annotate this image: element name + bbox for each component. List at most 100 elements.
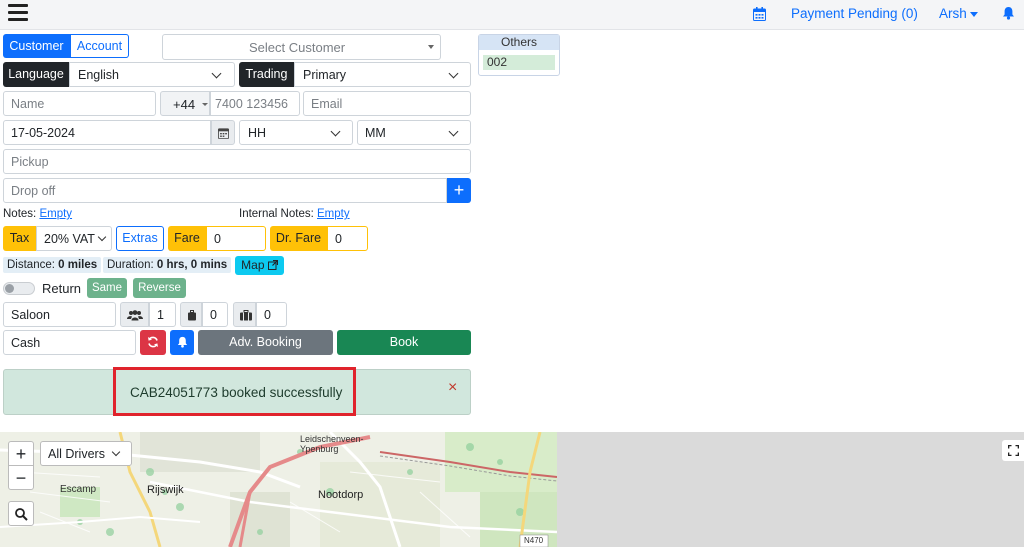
zoom-in-button[interactable]: + <box>8 441 34 466</box>
tax-label: Tax <box>3 226 36 251</box>
minute-value: MM <box>365 126 386 140</box>
bell-icon <box>177 336 188 348</box>
map-label-leidschenveen: Leidschenveen-Ypenburg <box>300 434 364 454</box>
payment-method-select[interactable]: Cash <box>3 330 136 355</box>
hour-value: HH <box>248 126 267 140</box>
trading-select[interactable]: Primary <box>294 62 471 87</box>
duration-value: 0 hrs, 0 mins <box>156 259 228 271</box>
drivers-filter-select[interactable]: All Drivers <box>40 441 132 466</box>
map-search-button[interactable] <box>8 501 34 526</box>
close-icon[interactable]: × <box>448 379 457 397</box>
map-label-escamp: Escamp <box>60 484 97 495</box>
tax-value: 20% VAT <box>44 232 95 246</box>
hand-luggage-value: 0 <box>210 308 217 322</box>
zoom-out-button[interactable]: − <box>8 465 34 490</box>
distance-badge: Distance: 0 miles <box>3 257 102 273</box>
luggage-value: 0 <box>264 308 271 322</box>
internal-notes-edit-link[interactable]: Empty <box>317 208 350 220</box>
users-icon <box>127 310 143 321</box>
date-picker-button[interactable] <box>211 120 235 145</box>
phone-input[interactable]: 7400 123456 <box>210 91 300 116</box>
fare-value: 0 <box>214 232 221 246</box>
driver-fare-value: 0 <box>335 232 342 246</box>
language-label: Language <box>3 62 69 87</box>
map-view[interactable]: Leidschenveen-Ypenburg Escamp Rijswijk N… <box>0 432 557 547</box>
advance-booking-button[interactable]: Adv. Booking <box>198 330 333 355</box>
fare-input[interactable]: 0 <box>206 226 266 251</box>
notify-button[interactable] <box>170 330 194 355</box>
map-label-n470: N470 <box>524 536 544 545</box>
highlight-box <box>113 367 356 416</box>
distance-label: Distance: <box>7 259 55 271</box>
drivers-filter-value: All Drivers <box>48 447 105 461</box>
fullscreen-button[interactable] <box>1002 440 1024 461</box>
trading-label: Trading <box>239 62 294 87</box>
hamburger-menu-icon[interactable] <box>8 4 28 22</box>
others-panel: Others 002 <box>478 34 560 76</box>
country-code-select[interactable]: +44 <box>160 91 210 116</box>
name-placeholder: Name <box>11 97 45 111</box>
internal-notes-row: Internal Notes: Empty <box>239 208 350 220</box>
hour-select[interactable]: HH <box>239 120 353 145</box>
caret-down-icon <box>428 45 434 49</box>
luggage-icon-cell <box>233 302 256 327</box>
dropoff-input[interactable]: Drop off <box>3 178 447 203</box>
passengers-icon-cell <box>120 302 149 327</box>
select-customer-dropdown[interactable]: Select Customer <box>162 34 441 60</box>
passengers-value: 1 <box>157 308 164 322</box>
vehicle-type-value: Saloon <box>11 308 50 322</box>
chevron-down-icon <box>211 68 222 79</box>
search-icon <box>15 508 28 521</box>
user-menu-dropdown[interactable]: Arsh <box>939 6 978 21</box>
reverse-button[interactable]: Reverse <box>133 278 186 298</box>
same-button[interactable]: Same <box>87 278 127 298</box>
return-label: Return <box>42 281 82 296</box>
notes-row: Notes: Empty <box>3 208 72 220</box>
add-stop-button[interactable]: + <box>447 178 471 203</box>
name-input[interactable]: Name <box>3 91 156 116</box>
distance-value: 0 miles <box>58 259 98 271</box>
chevron-down-icon <box>448 126 459 137</box>
chevron-down-icon <box>330 126 341 137</box>
payment-pending-link[interactable]: Payment Pending (0) <box>791 6 918 21</box>
map-button[interactable]: Map <box>235 256 284 275</box>
tab-customer[interactable]: Customer <box>3 34 70 58</box>
date-input[interactable]: 17-05-2024 <box>3 120 211 145</box>
luggage-input[interactable]: 0 <box>256 302 287 327</box>
user-name: Arsh <box>939 6 967 21</box>
passengers-input[interactable]: 1 <box>149 302 176 327</box>
return-toggle[interactable] <box>3 282 35 295</box>
minute-select[interactable]: MM <box>357 120 471 145</box>
book-button[interactable]: Book <box>337 330 471 355</box>
date-value: 17-05-2024 <box>11 126 75 140</box>
bell-icon[interactable] <box>1002 6 1015 20</box>
select-customer-placeholder: Select Customer <box>249 40 346 55</box>
hand-luggage-icon-cell <box>180 302 202 327</box>
fare-label: Fare <box>168 226 206 251</box>
refresh-icon <box>148 336 158 348</box>
suitcase-small-icon <box>188 310 196 321</box>
country-code-value: +44 <box>173 97 196 112</box>
driver-fare-input[interactable]: 0 <box>327 226 368 251</box>
tab-account[interactable]: Account <box>70 34 129 58</box>
tax-select[interactable]: 20% VAT <box>36 226 112 251</box>
notes-edit-link[interactable]: Empty <box>39 208 72 220</box>
others-list-item[interactable]: 002 <box>483 55 555 70</box>
calendar-icon <box>218 128 229 139</box>
calendar-icon[interactable] <box>753 7 766 21</box>
language-value: English <box>78 68 119 82</box>
vehicle-type-select[interactable]: Saloon <box>3 302 116 327</box>
top-navbar: Payment Pending (0) Arsh <box>0 0 1024 30</box>
email-input[interactable]: Email <box>303 91 471 116</box>
email-placeholder: Email <box>311 97 343 111</box>
language-select[interactable]: English <box>69 62 235 87</box>
map-label-nootdorp: Nootdorp <box>318 489 364 501</box>
internal-notes-label: Internal Notes: <box>239 208 314 220</box>
hand-luggage-input[interactable]: 0 <box>202 302 228 327</box>
extras-button[interactable]: Extras <box>116 226 164 251</box>
reset-button[interactable] <box>140 330 166 355</box>
pickup-input[interactable]: Pickup <box>3 149 471 174</box>
notes-label: Notes: <box>3 208 37 220</box>
driver-fare-label: Dr. Fare <box>270 226 327 251</box>
payment-method-value: Cash <box>11 336 41 350</box>
